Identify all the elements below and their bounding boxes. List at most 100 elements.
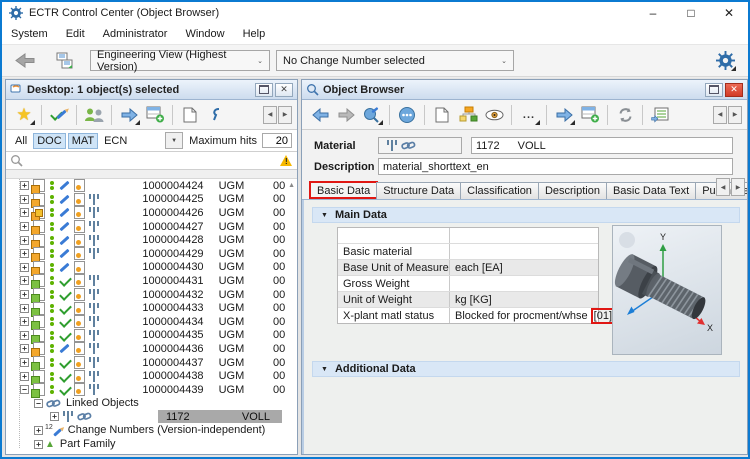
- session-panels-icon[interactable]: [52, 49, 78, 73]
- filter-option[interactable]: DOC: [33, 132, 66, 149]
- object-number[interactable]: 1000004434: [100, 316, 203, 328]
- field-value[interactable]: Blocked for procment/whse [01]: [450, 307, 616, 324]
- view-combobox[interactable]: Engineering View (Highest Version) ⌄: [90, 49, 270, 73]
- field-value[interactable]: [450, 250, 464, 254]
- panel-restore-icon[interactable]: [255, 82, 273, 97]
- search-edit-icon[interactable]: [359, 103, 385, 127]
- tree-row[interactable]: 1000004436 UGM 00: [6, 342, 297, 358]
- linked-material-row[interactable]: 1172 VOLL: [6, 410, 297, 424]
- expand-toggle-icon[interactable]: [20, 371, 29, 381]
- tree-row[interactable]: 1000004434 UGM 00: [6, 315, 297, 331]
- object-number[interactable]: 1000004430: [100, 261, 203, 273]
- expand-toggle-icon[interactable]: [20, 358, 29, 368]
- tree-row[interactable]: 1000004430 UGM 00: [6, 260, 297, 276]
- expand-toggle-icon[interactable]: [20, 262, 29, 272]
- panel-close-icon[interactable]: ✕: [725, 82, 743, 97]
- tree-row[interactable]: 1000004427 UGM 00: [6, 220, 297, 236]
- navigate-forward-icon[interactable]: [333, 103, 359, 127]
- collapse-triangle-icon[interactable]: ▼: [321, 212, 328, 219]
- max-hits-input[interactable]: [262, 133, 292, 148]
- expand-toggle-icon[interactable]: [20, 235, 29, 245]
- tree-row[interactable]: 1000004425 UGM 00: [6, 192, 297, 208]
- object-number[interactable]: 1000004428: [100, 234, 203, 246]
- tree-row[interactable]: 1000004433 UGM 00: [6, 301, 297, 317]
- filter-option[interactable]: MAT: [67, 132, 99, 149]
- panel-close-icon[interactable]: ✕: [275, 82, 293, 97]
- description-value-field[interactable]: material_shorttext_en: [378, 158, 733, 175]
- linked-objects-row[interactable]: Linked Objects: [6, 397, 297, 411]
- toolbar-scroll-right-icon[interactable]: ▶: [278, 105, 292, 124]
- expand-toggle-icon[interactable]: [20, 249, 29, 259]
- menu-item[interactable]: Edit: [57, 28, 94, 40]
- change-number-combobox[interactable]: No Change Number selected ⌄: [276, 50, 514, 71]
- more-actions-icon[interactable]: ...: [516, 103, 542, 127]
- expand-toggle-icon[interactable]: [20, 181, 29, 191]
- tree-row[interactable]: 1000004439 UGM 00: [6, 383, 297, 399]
- expand-toggle-icon[interactable]: [20, 276, 29, 286]
- object-number[interactable]: 1000004435: [100, 329, 203, 341]
- back-arrow-icon[interactable]: [12, 49, 38, 73]
- menu-item[interactable]: System: [2, 28, 57, 40]
- forward-arrow-icon[interactable]: [116, 103, 142, 127]
- window-minimize-button[interactable]: –: [634, 2, 672, 24]
- desktop-search-input[interactable]: [23, 152, 280, 169]
- object-number[interactable]: 1000004437: [100, 357, 203, 369]
- expand-toggle-icon[interactable]: [20, 344, 29, 354]
- tree-row[interactable]: 1000004426 UGM 00: [6, 206, 297, 222]
- tab[interactable]: Basic Data: [308, 181, 379, 199]
- part-family-row[interactable]: ▲ Part Family: [6, 437, 297, 451]
- expand-toggle-icon[interactable]: [34, 439, 43, 449]
- new-document-icon[interactable]: [429, 103, 455, 127]
- tree-row[interactable]: 1000004432 UGM 00: [6, 288, 297, 304]
- menu-item[interactable]: Administrator: [94, 28, 177, 40]
- main-data-section-header[interactable]: ▼ Main Data: [312, 207, 740, 223]
- expand-toggle-icon[interactable]: [20, 385, 29, 395]
- tabs-scroll-left-icon[interactable]: ◀: [716, 178, 730, 196]
- export-list-icon[interactable]: [647, 103, 673, 127]
- toolbar-scroll-left-icon[interactable]: ◀: [713, 105, 727, 124]
- favorites-star-icon[interactable]: ★: [11, 103, 37, 127]
- menu-item[interactable]: Window: [176, 28, 233, 40]
- users-icon[interactable]: [81, 103, 107, 127]
- settings-gear-icon[interactable]: [712, 49, 738, 73]
- field-value[interactable]: [450, 282, 464, 286]
- field-value[interactable]: each [EA]: [450, 262, 512, 274]
- expand-toggle-icon[interactable]: [50, 412, 59, 422]
- expand-toggle-icon[interactable]: [20, 303, 29, 313]
- object-number[interactable]: 1000004424: [100, 180, 203, 192]
- object-number[interactable]: 1000004429: [100, 248, 203, 260]
- tree-row[interactable]: 1000004429 UGM 00: [6, 247, 297, 263]
- tab[interactable]: Structure Data: [376, 182, 462, 199]
- toolbar-scroll-right-icon[interactable]: ▶: [728, 105, 742, 124]
- expand-toggle-icon[interactable]: [20, 317, 29, 327]
- object-number[interactable]: 1000004427: [100, 221, 203, 233]
- view-eye-icon[interactable]: [481, 103, 507, 127]
- change-numbers-row[interactable]: 12 Change Numbers (Version-independent): [6, 424, 297, 438]
- filter-dropdown-icon[interactable]: ▼: [165, 132, 184, 149]
- tab[interactable]: Classification: [460, 182, 539, 199]
- tabs-scroll-right-icon[interactable]: ▶: [731, 178, 745, 196]
- additional-data-section-header[interactable]: ▼ Additional Data: [312, 361, 740, 377]
- object-number[interactable]: 1000004426: [100, 207, 203, 219]
- field-value[interactable]: [450, 234, 464, 238]
- object-number[interactable]: 1000004439: [100, 384, 203, 396]
- object-number[interactable]: 1000004433: [100, 302, 203, 314]
- object-number[interactable]: 1000004432: [100, 289, 203, 301]
- structure-tree-icon[interactable]: [455, 103, 481, 127]
- expand-toggle-icon[interactable]: [20, 222, 29, 232]
- selected-material-row[interactable]: 1172 VOLL: [158, 410, 282, 424]
- object-number[interactable]: 1000004431: [100, 275, 203, 287]
- add-to-table-icon[interactable]: [577, 103, 603, 127]
- tree-row[interactable]: 1000004435 UGM 00: [6, 328, 297, 344]
- tree-row[interactable]: 1000004438 UGM 00: [6, 369, 297, 385]
- tree-row[interactable]: 1000004437 UGM 00: [6, 356, 297, 372]
- expand-toggle-icon[interactable]: [20, 290, 29, 300]
- copy-document-icon[interactable]: [177, 103, 203, 127]
- toolbar-scroll-left-icon[interactable]: ◀: [263, 105, 277, 124]
- part-preview-image[interactable]: Y X: [612, 225, 722, 355]
- object-number[interactable]: 1000004436: [100, 343, 203, 355]
- tab[interactable]: Description: [537, 182, 607, 199]
- tree-row[interactable]: 1000004424 UGM 00: [6, 179, 297, 195]
- expand-toggle-icon[interactable]: [34, 425, 43, 435]
- object-number[interactable]: 1000004438: [100, 370, 203, 382]
